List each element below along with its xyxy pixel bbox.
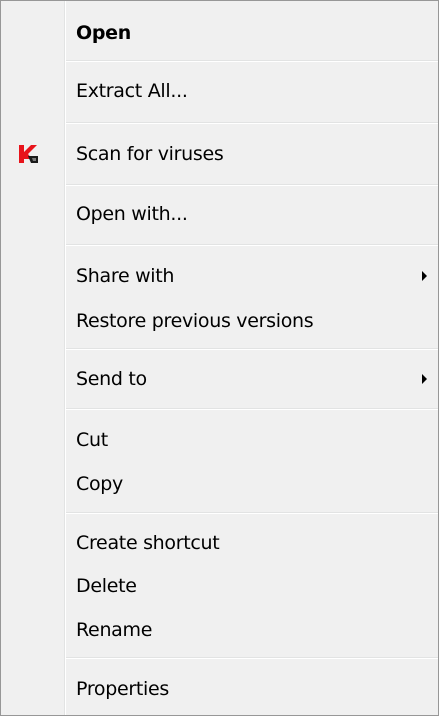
- menu-item-extract-all[interactable]: Extract All...: [1, 71, 438, 111]
- menu-item-send-to[interactable]: Send to: [1, 359, 438, 399]
- menu-separator: [66, 408, 438, 410]
- menu-item-label: Open with...: [76, 203, 188, 225]
- menu-separator: [66, 512, 438, 514]
- menu-item-label: Copy: [76, 473, 123, 495]
- menu-item-label: Open: [76, 22, 131, 44]
- menu-item-open[interactable]: Open: [1, 13, 438, 53]
- menu-item-label: Cut: [76, 429, 108, 451]
- submenu-arrow-icon: [422, 374, 427, 384]
- menu-separator: [66, 657, 438, 659]
- submenu-arrow-icon: [422, 271, 427, 281]
- menu-separator: [66, 244, 438, 246]
- menu-item-copy[interactable]: Copy: [1, 464, 438, 504]
- menu-item-label: Send to: [76, 368, 147, 390]
- menu-item-label: Restore previous versions: [76, 310, 314, 332]
- menu-item-label: Create shortcut: [76, 532, 220, 554]
- menu-item-label: Rename: [76, 619, 153, 641]
- kaspersky-icon: [19, 145, 38, 163]
- menu-item-restore-previous-versions[interactable]: Restore previous versions: [1, 301, 438, 341]
- context-menu: Open Extract All... Scan for viruses Ope…: [0, 0, 439, 716]
- menu-item-label: Share with: [76, 265, 175, 287]
- menu-item-label: Extract All...: [76, 80, 188, 102]
- menu-item-share-with[interactable]: Share with: [1, 256, 438, 296]
- menu-item-label: Properties: [76, 678, 170, 700]
- menu-item-open-with[interactable]: Open with...: [1, 194, 438, 234]
- menu-item-create-shortcut[interactable]: Create shortcut: [1, 523, 438, 563]
- menu-separator: [66, 348, 438, 350]
- menu-item-rename[interactable]: Rename: [1, 610, 438, 650]
- menu-item-label: Scan for viruses: [76, 143, 224, 165]
- menu-item-scan-for-viruses[interactable]: Scan for viruses: [1, 134, 438, 174]
- menu-item-label: Delete: [76, 575, 137, 597]
- menu-item-cut[interactable]: Cut: [1, 420, 438, 460]
- menu-item-delete[interactable]: Delete: [1, 566, 438, 606]
- menu-separator: [66, 122, 438, 124]
- menu-separator: [66, 184, 438, 186]
- menu-item-properties[interactable]: Properties: [1, 669, 438, 709]
- menu-separator: [66, 60, 438, 62]
